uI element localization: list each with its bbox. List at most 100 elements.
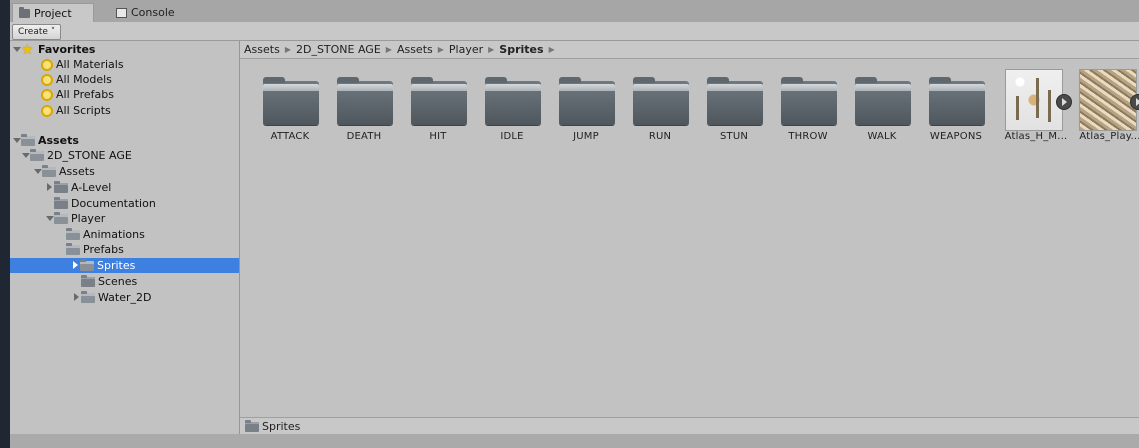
search-filter-icon: [41, 73, 53, 86]
asset-label: STUN: [719, 131, 749, 142]
asset-folder[interactable]: DEATH: [327, 59, 401, 149]
favorites-item[interactable]: All Materials: [41, 57, 124, 72]
tree-folder-label: Player: [71, 212, 106, 225]
breadcrumb-item[interactable]: Assets: [397, 43, 433, 56]
breadcrumb-item[interactable]: Player: [449, 43, 483, 56]
expand-sprite-play-icon[interactable]: [1130, 94, 1139, 110]
create-dropdown-button[interactable]: Create ˅: [12, 24, 62, 40]
asset-label: WALK: [867, 131, 897, 142]
search-filter-icon: [41, 88, 53, 101]
asset-folder[interactable]: WEAPONS: [919, 59, 993, 149]
tree-folder[interactable]: Player: [45, 211, 105, 226]
collapse-arrow-icon[interactable]: [72, 290, 80, 305]
expand-arrow-icon[interactable]: [33, 164, 42, 179]
tree-folder[interactable]: 2D_STONE AGE: [21, 148, 132, 163]
expand-arrow-icon[interactable]: [45, 211, 54, 226]
folder-open-icon: [54, 211, 68, 224]
asset-label: THROW: [788, 131, 828, 142]
breadcrumb: Assets ▶ 2D_STONE AGE ▶ Assets ▶ Player …: [240, 41, 1139, 59]
collapse-arrow-icon[interactable]: [45, 180, 53, 195]
sprite-detail: [1016, 96, 1019, 120]
breadcrumb-current[interactable]: Sprites: [499, 43, 543, 56]
folder-icon: [19, 6, 30, 18]
folder-open-icon: [66, 242, 80, 255]
breadcrumb-separator-icon: ▶: [548, 45, 555, 54]
path-status-bar: Sprites: [240, 417, 1139, 435]
favorites-item-label: All Materials: [56, 58, 124, 71]
breadcrumb-separator-icon: ▶: [437, 45, 444, 54]
tree-assets-root[interactable]: Assets: [12, 133, 79, 148]
folder-icon: [411, 77, 467, 125]
folder-open-icon: [30, 148, 44, 161]
favorites-label: Favorites: [38, 43, 96, 56]
asset-label: Atlas_Play...: [1079, 131, 1139, 142]
folder-icon: [54, 196, 68, 209]
search-filter-icon: [41, 58, 53, 71]
tab-project-label: Project: [34, 6, 72, 20]
favorites-item-label: All Prefabs: [56, 88, 114, 101]
tab-console[interactable]: Console: [110, 3, 185, 22]
collapse-arrow-icon[interactable]: [71, 258, 79, 273]
folder-icon: [485, 77, 541, 125]
search-filter-icon: [41, 104, 53, 117]
favorites-item[interactable]: All Prefabs: [41, 87, 114, 102]
favorites-item[interactable]: All Scripts: [41, 103, 111, 118]
expand-arrow-icon[interactable]: [12, 133, 21, 148]
folder-icon: [707, 77, 763, 125]
asset-folder[interactable]: THROW: [771, 59, 845, 149]
sprite-thumbnail-icon: [1079, 69, 1139, 131]
assets-root-label: Assets: [38, 134, 79, 147]
tree-folder-label: Water_2D: [98, 291, 152, 304]
tree-folder[interactable]: A-Level: [45, 180, 111, 195]
folder-open-icon: [81, 290, 95, 303]
expand-arrow-icon[interactable]: [21, 148, 30, 163]
tree-folder[interactable]: Scenes: [81, 274, 137, 289]
asset-grid: ATTACK DEATH HIT IDLE JUMP RUN STUN THRO…: [240, 59, 1139, 416]
tree-folder-label: 2D_STONE AGE: [47, 149, 132, 162]
tree-folder[interactable]: Assets: [33, 164, 95, 179]
project-toolbar: Create ˅: [10, 22, 1139, 41]
folder-icon: [337, 77, 393, 125]
tree-folder[interactable]: Water_2D: [72, 290, 152, 305]
asset-folder[interactable]: HIT: [401, 59, 475, 149]
asset-folder[interactable]: ATTACK: [253, 59, 327, 149]
asset-folder[interactable]: JUMP: [549, 59, 623, 149]
asset-label: HIT: [429, 131, 447, 142]
tree-favorites[interactable]: ★ Favorites: [12, 42, 95, 57]
tree-folder[interactable]: Prefabs: [66, 242, 124, 257]
folder-icon: [81, 274, 95, 287]
asset-label: ATTACK: [270, 131, 310, 142]
asset-folder[interactable]: WALK: [845, 59, 919, 149]
project-window: Project Console Create ˅ ★ Favorites All…: [10, 0, 1139, 448]
tab-project[interactable]: Project: [12, 3, 94, 22]
editor-left-strip: [0, 0, 10, 448]
asset-folder[interactable]: IDLE: [475, 59, 549, 149]
sprite-thumbnail-icon: [1005, 69, 1072, 131]
favorites-item[interactable]: All Models: [41, 72, 112, 87]
bottom-bar: [10, 434, 1139, 448]
star-icon: ★: [21, 41, 34, 58]
expand-sprite-play-icon[interactable]: [1056, 94, 1072, 110]
tab-bar: Project Console: [10, 0, 1139, 22]
asset-folder[interactable]: STUN: [697, 59, 771, 149]
asset-sprite-atlas[interactable]: Atlas_H_M...: [999, 59, 1073, 149]
tree-folder[interactable]: Documentation: [54, 196, 156, 211]
asset-label: RUN: [648, 131, 672, 142]
breadcrumb-separator-icon: ▶: [385, 45, 392, 54]
tree-folder-label: Prefabs: [83, 243, 124, 256]
sprite-detail: [1036, 78, 1039, 118]
favorites-item-label: All Models: [56, 73, 112, 86]
asset-sprite-atlas[interactable]: Atlas_Play...: [1073, 59, 1139, 149]
tree-folder[interactable]: Animations: [66, 227, 145, 242]
breadcrumb-item[interactable]: Assets: [244, 43, 280, 56]
tree-folder-selected[interactable]: Sprites: [10, 258, 239, 273]
tree-folder-label: Assets: [59, 165, 95, 178]
expand-arrow-icon[interactable]: [12, 42, 21, 57]
folder-icon: [559, 77, 615, 125]
tab-console-label: Console: [131, 6, 175, 19]
breadcrumb-separator-icon: ▶: [488, 45, 495, 54]
asset-label: IDLE: [500, 131, 524, 142]
breadcrumb-item[interactable]: 2D_STONE AGE: [296, 43, 381, 56]
asset-folder[interactable]: RUN: [623, 59, 697, 149]
folder-icon: [54, 180, 68, 193]
